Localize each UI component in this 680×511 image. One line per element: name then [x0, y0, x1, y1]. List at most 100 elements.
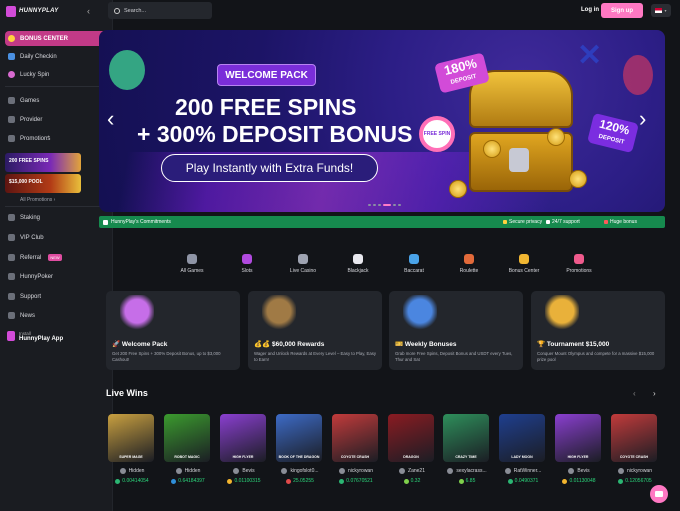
- signup-button[interactable]: Sign up: [601, 3, 643, 18]
- promo-card[interactable]: 🎫 Weekly Bonuses Grab more Free Spins, De…: [389, 291, 523, 370]
- game-thumbnail[interactable]: CRAZY TIME: [443, 414, 489, 462]
- banner-next-arrow[interactable]: ›: [639, 106, 646, 132]
- promo-card-title: 💰💰 $60,000 Rewards: [254, 341, 325, 348]
- sidebar-item-hunnypoker[interactable]: HunnyPoker: [5, 269, 109, 284]
- search-box[interactable]: [108, 2, 212, 19]
- game-thumbnail[interactable]: LADY MOON: [499, 414, 545, 462]
- commitment-item: Secure privacy: [503, 219, 542, 225]
- category-label: Baccarat: [404, 268, 424, 274]
- promo-card[interactable]: 🚀 Welcome Pack Get 200 Free Spins + 300% …: [106, 291, 240, 370]
- live-win-item[interactable]: ROBOT MAGIC Hidden 0.64184397: [164, 414, 212, 484]
- hero-banner[interactable]: ✕ ‹ › WELCOME PACK 200 FREE SPINS + 300%…: [99, 30, 665, 212]
- live-win-item[interactable]: COYOTE CRASH nickyrowan 0.12056705: [611, 414, 659, 484]
- welcome-pack-badge: WELCOME PACK: [217, 64, 316, 86]
- game-thumbnail[interactable]: BOOK OF THE DRAGON: [276, 414, 322, 462]
- sidebar-item-promotions[interactable]: Promotions ⌃: [5, 131, 109, 146]
- sidebar-item-provider[interactable]: Provider: [5, 112, 109, 127]
- sidebar-item-daily-checkin[interactable]: Daily Checkin: [5, 49, 109, 64]
- collapse-sidebar-icon[interactable]: ‹: [87, 6, 90, 16]
- sidebar-item-news[interactable]: News: [5, 308, 109, 323]
- winner-user: Hidden: [108, 468, 156, 474]
- all-promotions-link[interactable]: All Promotions ›: [20, 197, 55, 203]
- game-thumbnail[interactable]: ROBOT MAGIC: [164, 414, 210, 462]
- brand-logo[interactable]: HUNNYPLAY: [6, 5, 71, 17]
- chat-button[interactable]: [650, 485, 668, 503]
- live-win-item[interactable]: HIGH FLYER Bevis 0.01130048: [555, 414, 603, 484]
- game-thumbnail[interactable]: HIGH FLYER: [220, 414, 266, 462]
- category-bonus-center[interactable]: Bonus Center: [504, 254, 544, 274]
- carousel-dot[interactable]: [393, 204, 396, 206]
- category-icon: [464, 254, 474, 264]
- sidebar-item-staking[interactable]: Staking: [5, 210, 109, 225]
- win-amount-value: 0.12056705: [625, 478, 652, 484]
- promo-card-desc: Get 200 Free Spins + 300% Deposit Bonus,…: [112, 351, 221, 362]
- live-win-item[interactable]: COYOTE CRASH nickyrowan 0.07670521: [332, 414, 380, 484]
- game-title: SUPER MAGE: [119, 455, 143, 459]
- sidebar-promo-thumb[interactable]: 200 FREE SPINS: [5, 153, 81, 172]
- game-thumbnail[interactable]: COYOTE CRASH: [332, 414, 378, 462]
- carousel-dot-active[interactable]: [383, 204, 391, 206]
- search-input[interactable]: [124, 7, 204, 14]
- sidebar-item-games[interactable]: Games: [5, 93, 109, 108]
- promotions-icon: [8, 135, 15, 142]
- carousel-dots[interactable]: [368, 204, 401, 206]
- category-live-casino[interactable]: Live Casino: [283, 254, 323, 274]
- category-baccarat[interactable]: Baccarat: [394, 254, 434, 274]
- game-title: BOOK OF THE DRAGON: [278, 455, 320, 459]
- install-app-button[interactable]: Install HunnyPlay App: [5, 327, 109, 345]
- live-win-item[interactable]: HIGH FLYER Bevis 0.01100315: [220, 414, 268, 484]
- provider-icon: [8, 116, 15, 123]
- sidebar-promo-thumb[interactable]: $15,000 POOL: [5, 174, 81, 193]
- carousel-dot[interactable]: [378, 204, 381, 206]
- winner-user: Bevis: [220, 468, 268, 474]
- live-win-item[interactable]: BOOK OF THE DRAGON kingofslot0... 25.05255: [276, 414, 324, 484]
- coin-icon: [547, 128, 565, 146]
- play-now-button[interactable]: Play Instantly with Extra Funds!: [161, 154, 378, 182]
- category-icon: [298, 254, 308, 264]
- category-all-games[interactable]: All Games: [172, 254, 212, 274]
- carousel-dot[interactable]: [398, 204, 401, 206]
- sidebar-item-support[interactable]: Support: [5, 289, 109, 304]
- login-button[interactable]: Log in: [581, 7, 599, 13]
- category-blackjack[interactable]: Blackjack: [338, 254, 378, 274]
- winner-name: Hidden: [128, 468, 145, 474]
- game-thumbnail[interactable]: DRAGON: [388, 414, 434, 462]
- game-thumbnail[interactable]: COYOTE CRASH: [611, 414, 657, 462]
- promo-card-image: [545, 295, 579, 331]
- language-selector[interactable]: ▾: [651, 4, 671, 17]
- coin-icon: [483, 140, 501, 158]
- win-amount: 25.05255: [276, 478, 324, 484]
- live-win-item[interactable]: CRAZY TIME sexylacrass... 6.85: [443, 414, 491, 484]
- winner-user: nickyrowan: [332, 468, 380, 474]
- promo-thumb-label: 200 FREE SPINS: [9, 158, 49, 164]
- promo-thumb-label: $15,000 POOL: [9, 179, 43, 185]
- live-wins-next-arrow[interactable]: ›: [653, 389, 656, 398]
- sidebar-item-referral[interactable]: Referral NEW: [5, 250, 109, 265]
- promo-card[interactable]: 🏆 Tournament $15,000 Conquer Mount Olympu…: [531, 291, 665, 370]
- category-promotions[interactable]: Promotions: [559, 254, 599, 274]
- promo-card[interactable]: 💰💰 $60,000 Rewards Wager and Unlock Rewar…: [248, 291, 382, 370]
- live-win-item[interactable]: DRAGON Zane21 0.32: [388, 414, 436, 484]
- live-win-item[interactable]: LADY MOON RatWinner... 0.0490371: [499, 414, 547, 484]
- coin-icon: [286, 478, 292, 484]
- news-icon: [8, 312, 15, 319]
- game-thumbnail[interactable]: SUPER MAGE: [108, 414, 154, 462]
- winner-user: Zane21: [388, 468, 436, 474]
- sidebar-item-vip-club[interactable]: VIP Club: [5, 230, 109, 245]
- sidebar-item-label: News: [20, 312, 36, 319]
- carousel-dot[interactable]: [368, 204, 371, 206]
- sidebar-item-bonus-center[interactable]: BONUS CENTER: [5, 31, 109, 46]
- category-roulette[interactable]: Roulette: [449, 254, 489, 274]
- game-thumbnail[interactable]: HIGH FLYER: [555, 414, 601, 462]
- banner-prev-arrow[interactable]: ‹: [107, 106, 114, 132]
- avatar-icon: [338, 468, 345, 474]
- live-win-item[interactable]: SUPER MAGE Hidden 0.00414054: [108, 414, 156, 484]
- live-wins-prev-arrow[interactable]: ‹: [633, 389, 636, 398]
- sidebar-item-lucky-spin[interactable]: Lucky Spin: [5, 67, 109, 82]
- winner-name: nickyrowan: [626, 468, 652, 474]
- sidebar-item-label: Daily Checkin: [20, 53, 57, 60]
- category-slots[interactable]: Slots: [227, 254, 267, 274]
- banner-headline-2: + 300% DEPOSIT BONUS: [137, 121, 413, 147]
- carousel-dot[interactable]: [373, 204, 376, 206]
- commitment-item: 24/7 support: [546, 219, 580, 225]
